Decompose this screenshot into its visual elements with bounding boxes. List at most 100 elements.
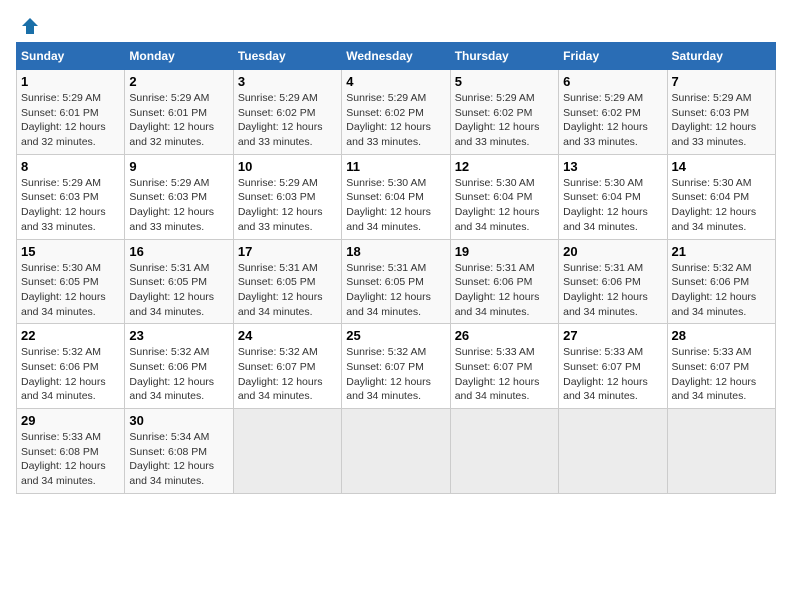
weekday-header-sunday: Sunday — [17, 43, 125, 70]
calendar-cell — [667, 409, 775, 494]
calendar-week-row: 15 Sunrise: 5:30 AMSunset: 6:05 PMDaylig… — [17, 239, 776, 324]
calendar-cell: 14 Sunrise: 5:30 AMSunset: 6:04 PMDaylig… — [667, 154, 775, 239]
day-info: Sunrise: 5:29 AMSunset: 6:03 PMDaylight:… — [238, 177, 323, 233]
day-number: 22 — [21, 328, 120, 343]
calendar-cell: 24 Sunrise: 5:32 AMSunset: 6:07 PMDaylig… — [233, 324, 341, 409]
logo — [16, 16, 40, 32]
day-number: 8 — [21, 159, 120, 174]
day-number: 9 — [129, 159, 228, 174]
day-number: 17 — [238, 244, 337, 259]
calendar-cell: 17 Sunrise: 5:31 AMSunset: 6:05 PMDaylig… — [233, 239, 341, 324]
day-info: Sunrise: 5:31 AMSunset: 6:06 PMDaylight:… — [563, 262, 648, 318]
calendar-cell: 29 Sunrise: 5:33 AMSunset: 6:08 PMDaylig… — [17, 409, 125, 494]
day-number: 19 — [455, 244, 554, 259]
day-number: 20 — [563, 244, 662, 259]
calendar-cell: 23 Sunrise: 5:32 AMSunset: 6:06 PMDaylig… — [125, 324, 233, 409]
day-number: 29 — [21, 413, 120, 428]
calendar-cell: 7 Sunrise: 5:29 AMSunset: 6:03 PMDayligh… — [667, 70, 775, 155]
weekday-header-wednesday: Wednesday — [342, 43, 450, 70]
logo-icon — [20, 16, 40, 36]
weekday-header-row: SundayMondayTuesdayWednesdayThursdayFrid… — [17, 43, 776, 70]
day-number: 3 — [238, 74, 337, 89]
day-info: Sunrise: 5:34 AMSunset: 6:08 PMDaylight:… — [129, 431, 214, 487]
day-info: Sunrise: 5:30 AMSunset: 6:05 PMDaylight:… — [21, 262, 106, 318]
calendar-cell: 30 Sunrise: 5:34 AMSunset: 6:08 PMDaylig… — [125, 409, 233, 494]
day-info: Sunrise: 5:29 AMSunset: 6:02 PMDaylight:… — [346, 92, 431, 148]
calendar-cell: 5 Sunrise: 5:29 AMSunset: 6:02 PMDayligh… — [450, 70, 558, 155]
calendar-cell — [559, 409, 667, 494]
calendar-cell: 12 Sunrise: 5:30 AMSunset: 6:04 PMDaylig… — [450, 154, 558, 239]
day-info: Sunrise: 5:32 AMSunset: 6:06 PMDaylight:… — [129, 346, 214, 402]
day-number: 5 — [455, 74, 554, 89]
day-info: Sunrise: 5:30 AMSunset: 6:04 PMDaylight:… — [455, 177, 540, 233]
weekday-header-friday: Friday — [559, 43, 667, 70]
day-info: Sunrise: 5:30 AMSunset: 6:04 PMDaylight:… — [563, 177, 648, 233]
calendar-week-row: 1 Sunrise: 5:29 AMSunset: 6:01 PMDayligh… — [17, 70, 776, 155]
day-number: 26 — [455, 328, 554, 343]
day-number: 7 — [672, 74, 771, 89]
calendar-cell: 13 Sunrise: 5:30 AMSunset: 6:04 PMDaylig… — [559, 154, 667, 239]
day-info: Sunrise: 5:29 AMSunset: 6:02 PMDaylight:… — [238, 92, 323, 148]
calendar-cell: 19 Sunrise: 5:31 AMSunset: 6:06 PMDaylig… — [450, 239, 558, 324]
calendar-cell: 10 Sunrise: 5:29 AMSunset: 6:03 PMDaylig… — [233, 154, 341, 239]
day-info: Sunrise: 5:29 AMSunset: 6:03 PMDaylight:… — [21, 177, 106, 233]
day-info: Sunrise: 5:33 AMSunset: 6:08 PMDaylight:… — [21, 431, 106, 487]
day-number: 23 — [129, 328, 228, 343]
day-number: 6 — [563, 74, 662, 89]
day-info: Sunrise: 5:33 AMSunset: 6:07 PMDaylight:… — [455, 346, 540, 402]
calendar-cell — [450, 409, 558, 494]
day-info: Sunrise: 5:33 AMSunset: 6:07 PMDaylight:… — [563, 346, 648, 402]
day-info: Sunrise: 5:29 AMSunset: 6:03 PMDaylight:… — [672, 92, 757, 148]
day-number: 28 — [672, 328, 771, 343]
day-number: 27 — [563, 328, 662, 343]
day-info: Sunrise: 5:29 AMSunset: 6:02 PMDaylight:… — [563, 92, 648, 148]
day-number: 10 — [238, 159, 337, 174]
calendar-cell — [233, 409, 341, 494]
calendar-cell: 27 Sunrise: 5:33 AMSunset: 6:07 PMDaylig… — [559, 324, 667, 409]
day-number: 12 — [455, 159, 554, 174]
calendar-cell: 6 Sunrise: 5:29 AMSunset: 6:02 PMDayligh… — [559, 70, 667, 155]
calendar-cell: 4 Sunrise: 5:29 AMSunset: 6:02 PMDayligh… — [342, 70, 450, 155]
day-info: Sunrise: 5:29 AMSunset: 6:02 PMDaylight:… — [455, 92, 540, 148]
calendar-cell: 22 Sunrise: 5:32 AMSunset: 6:06 PMDaylig… — [17, 324, 125, 409]
calendar-cell: 25 Sunrise: 5:32 AMSunset: 6:07 PMDaylig… — [342, 324, 450, 409]
day-number: 4 — [346, 74, 445, 89]
weekday-header-saturday: Saturday — [667, 43, 775, 70]
day-info: Sunrise: 5:31 AMSunset: 6:05 PMDaylight:… — [129, 262, 214, 318]
day-info: Sunrise: 5:33 AMSunset: 6:07 PMDaylight:… — [672, 346, 757, 402]
calendar-cell: 15 Sunrise: 5:30 AMSunset: 6:05 PMDaylig… — [17, 239, 125, 324]
day-number: 25 — [346, 328, 445, 343]
day-number: 15 — [21, 244, 120, 259]
calendar-cell: 28 Sunrise: 5:33 AMSunset: 6:07 PMDaylig… — [667, 324, 775, 409]
calendar-cell: 11 Sunrise: 5:30 AMSunset: 6:04 PMDaylig… — [342, 154, 450, 239]
calendar-cell — [342, 409, 450, 494]
day-number: 16 — [129, 244, 228, 259]
calendar-week-row: 29 Sunrise: 5:33 AMSunset: 6:08 PMDaylig… — [17, 409, 776, 494]
weekday-header-monday: Monday — [125, 43, 233, 70]
calendar-cell: 16 Sunrise: 5:31 AMSunset: 6:05 PMDaylig… — [125, 239, 233, 324]
calendar-cell: 21 Sunrise: 5:32 AMSunset: 6:06 PMDaylig… — [667, 239, 775, 324]
day-number: 24 — [238, 328, 337, 343]
day-info: Sunrise: 5:31 AMSunset: 6:05 PMDaylight:… — [238, 262, 323, 318]
calendar-week-row: 22 Sunrise: 5:32 AMSunset: 6:06 PMDaylig… — [17, 324, 776, 409]
calendar-cell: 2 Sunrise: 5:29 AMSunset: 6:01 PMDayligh… — [125, 70, 233, 155]
day-info: Sunrise: 5:29 AMSunset: 6:01 PMDaylight:… — [129, 92, 214, 148]
day-number: 21 — [672, 244, 771, 259]
day-info: Sunrise: 5:32 AMSunset: 6:06 PMDaylight:… — [672, 262, 757, 318]
day-info: Sunrise: 5:32 AMSunset: 6:07 PMDaylight:… — [346, 346, 431, 402]
day-info: Sunrise: 5:31 AMSunset: 6:06 PMDaylight:… — [455, 262, 540, 318]
day-number: 11 — [346, 159, 445, 174]
calendar-week-row: 8 Sunrise: 5:29 AMSunset: 6:03 PMDayligh… — [17, 154, 776, 239]
day-number: 18 — [346, 244, 445, 259]
day-number: 13 — [563, 159, 662, 174]
day-info: Sunrise: 5:32 AMSunset: 6:07 PMDaylight:… — [238, 346, 323, 402]
day-info: Sunrise: 5:29 AMSunset: 6:01 PMDaylight:… — [21, 92, 106, 148]
day-number: 14 — [672, 159, 771, 174]
calendar-cell: 1 Sunrise: 5:29 AMSunset: 6:01 PMDayligh… — [17, 70, 125, 155]
weekday-header-thursday: Thursday — [450, 43, 558, 70]
day-number: 2 — [129, 74, 228, 89]
calendar-table: SundayMondayTuesdayWednesdayThursdayFrid… — [16, 42, 776, 494]
day-number: 30 — [129, 413, 228, 428]
calendar-cell: 26 Sunrise: 5:33 AMSunset: 6:07 PMDaylig… — [450, 324, 558, 409]
calendar-cell: 3 Sunrise: 5:29 AMSunset: 6:02 PMDayligh… — [233, 70, 341, 155]
